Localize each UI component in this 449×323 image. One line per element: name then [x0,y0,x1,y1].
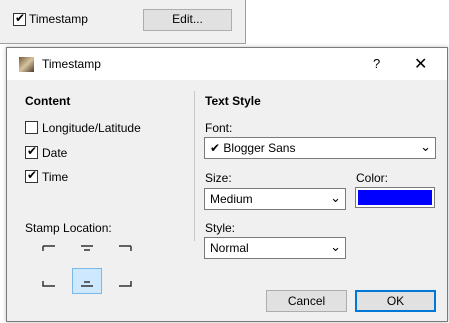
stamp-location-top-center[interactable] [72,238,102,264]
corner-bottom-right-icon [119,281,132,287]
help-icon[interactable]: ? [373,56,380,71]
stamp-location-top-right[interactable] [108,238,138,264]
timestamp-app-icon [19,57,34,72]
dialog-title: Timestamp [42,57,101,71]
size-select[interactable]: Medium ⌄ [204,188,346,210]
edge-top-center-icon [81,245,93,251]
font-select[interactable]: ✔ Blogger Sans ⌄ [204,137,436,159]
chevron-down-icon: ⌄ [420,139,431,154]
longitude-latitude-checkbox[interactable] [25,121,38,134]
cancel-button[interactable]: Cancel [266,290,347,312]
longitude-latitude-label[interactable]: Longitude/Latitude [42,121,141,135]
timestamp-dialog: Timestamp ? ✕ Content Longitude/Latitude… [6,47,448,322]
timestamp-checkbox-label[interactable]: Timestamp [29,12,88,26]
style-label: Style: [205,221,236,235]
parent-window: ✔ Timestamp Edit... [0,0,246,44]
corner-bottom-left-icon [42,281,55,287]
size-label: Size: [205,171,232,185]
color-swatch[interactable] [355,187,435,208]
corner-top-left-icon [42,245,55,251]
stamp-location-bottom-right[interactable] [108,268,138,294]
font-label: Font: [205,121,233,135]
check-icon: ✔ [210,141,221,155]
chevron-down-icon: ⌄ [330,190,341,205]
check-icon: ✔ [27,168,38,182]
stamp-location-label: Stamp Location: [25,221,112,235]
ok-button[interactable]: OK [355,290,436,312]
check-icon: ✔ [27,144,38,158]
date-label[interactable]: Date [42,146,67,160]
time-label[interactable]: Time [42,170,68,184]
edge-bottom-center-icon [81,281,93,287]
text-style-heading: Text Style [205,94,261,108]
stamp-location-bottom-center[interactable] [72,268,102,294]
corner-top-right-icon [119,245,132,251]
close-icon[interactable]: ✕ [414,54,427,74]
stamp-location-bottom-left[interactable] [36,268,66,294]
time-checkbox[interactable]: ✔ [25,168,38,183]
content-heading: Content [25,94,71,108]
color-label: Color: [356,171,389,185]
style-select-value: Normal [210,241,249,255]
stamp-location-top-left[interactable] [36,238,66,264]
timestamp-checkbox[interactable]: ✔ [13,11,26,26]
color-swatch-fill [358,190,432,205]
chevron-down-icon: ⌄ [330,239,341,254]
check-icon: ✔ [15,11,26,25]
size-select-value: Medium [210,192,253,206]
date-checkbox[interactable]: ✔ [25,144,38,159]
style-select[interactable]: Normal ⌄ [204,237,346,259]
font-select-value: ✔ Blogger Sans [210,141,296,155]
dialog-titlebar: Timestamp ? ✕ [7,48,447,80]
column-divider [194,91,195,241]
edit-button[interactable]: Edit... [143,9,232,31]
